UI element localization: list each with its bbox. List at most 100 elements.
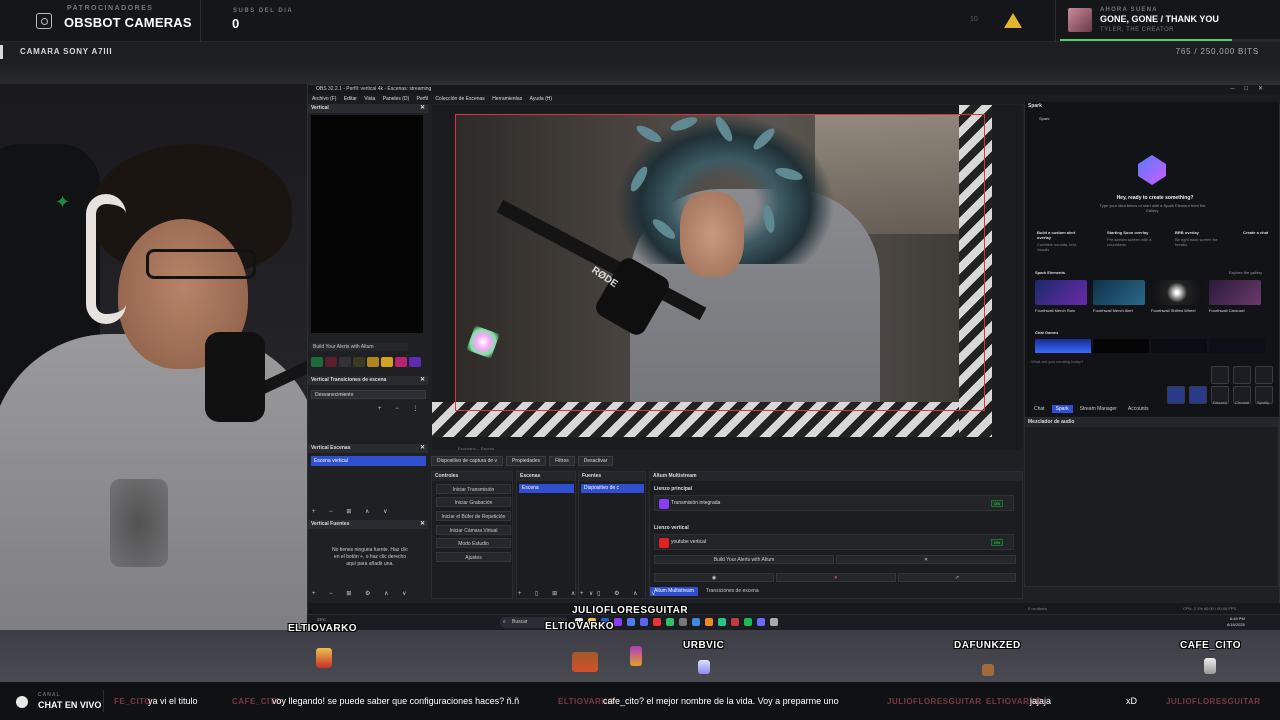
source-name-button[interactable]: Dispositivo de captura de v [431,456,504,466]
heart-button[interactable]: ♥ [776,573,896,582]
swatch[interactable] [353,357,365,367]
scene-item[interactable]: Escena [519,484,574,493]
app-icon[interactable] [757,618,765,626]
menu-paneles[interactable]: Paneles (D) [383,96,409,102]
selection-outline[interactable] [455,114,985,411]
explore-link[interactable]: Explore the gallery [1229,270,1262,275]
close-icon[interactable]: ✕ [420,444,425,453]
on-badge[interactable]: ON [991,539,1003,546]
element-tile[interactable] [1035,280,1087,305]
swatch[interactable] [381,357,393,367]
chat-game-tile[interactable] [1209,339,1265,353]
window-controls[interactable]: ─□✕ [1230,85,1273,94]
properties-button[interactable]: Propiedades [506,456,547,466]
app-icon[interactable] [705,618,713,626]
menu-vista[interactable]: Vista [364,96,375,102]
transition-toolbar[interactable]: + − ⋮ [378,405,424,412]
app-icon[interactable] [718,618,726,626]
start-stream-button[interactable]: Iniciar Transmisión [436,484,511,494]
menu-perfil[interactable]: Perfil [417,96,428,102]
chat-game-tile[interactable] [1035,339,1091,353]
scenes-toolbar[interactable]: + − ⊞ ∧ ∨ [312,508,394,515]
menu-escenas[interactable]: Colección de Escenas [435,96,484,102]
menu-herramientas[interactable]: Herramientas [492,96,522,102]
chat-game-tile[interactable] [1151,339,1207,353]
weather-widget[interactable]: 23°C [317,617,326,622]
element-tile[interactable] [1093,280,1145,305]
menu-ayuda[interactable]: Ayuda (H) [530,96,552,102]
swatch[interactable] [339,357,351,367]
chat-message: voy llegando! se puede saber que configu… [272,696,520,706]
start-recording-button[interactable]: Iniciar Grabación [436,497,511,507]
app-icon[interactable] [770,618,778,626]
element-tile[interactable] [1209,280,1261,305]
app-icon[interactable] [666,618,674,626]
suggestion-card[interactable]: Create a chat [1243,230,1279,237]
sources-panel: Fuentes Dispositivo de c [578,471,646,599]
deactivate-button[interactable]: Desactivar [577,456,614,466]
replay-buffer-button[interactable]: Iniciar el Búfer de Repetición [436,511,511,521]
swatch[interactable] [311,357,323,367]
element-caption: Fourthwall Merch Alert [1093,308,1133,313]
app-icon[interactable] [614,618,622,626]
menu-archivo[interactable]: Archivo (F) [312,96,336,102]
vertical-preview[interactable] [311,115,423,333]
row-label: youtube vertical [671,539,707,545]
element-tile[interactable] [1151,280,1203,305]
main-canvas-row[interactable]: Transmisión integrada ON [654,495,1014,511]
app-icon[interactable] [640,618,648,626]
app-icon[interactable] [731,618,739,626]
deck-key[interactable] [1211,366,1229,384]
deck-key[interactable] [1189,386,1207,404]
share-button[interactable]: ↗ [898,573,1016,582]
tab-transitions[interactable]: Transiciones de escena [702,587,763,596]
app-icon[interactable] [692,618,700,626]
tab-stream-manager[interactable]: Stream Manager [1076,405,1121,413]
close-icon[interactable]: ✕ [420,104,425,113]
close-icon[interactable]: ✕ [420,520,425,529]
swatch[interactable] [367,357,379,367]
app-icon[interactable] [679,618,687,626]
suggestion-card[interactable]: Build a custom alert overlay Combine soun… [1037,230,1089,252]
alerts-button[interactable]: Build Your Alerts with Altum [654,555,834,564]
swatch[interactable] [325,357,337,367]
suggestion-card[interactable]: Starting Soon overlay Pre-stream screen w… [1107,230,1159,247]
swatch[interactable] [395,357,407,367]
tab-accounts[interactable]: Accounts [1124,405,1153,413]
close-alerts-button[interactable]: ✕ [836,555,1016,564]
alerts-item[interactable]: Build Your Alerts with Altum [310,343,408,351]
app-icon[interactable] [627,618,635,626]
dock-title: Vertical [311,105,329,111]
close-icon[interactable]: ✕ [420,376,425,385]
subs-count: 0 [232,16,240,31]
search-label: Buscar [512,619,528,625]
app-icon[interactable] [744,618,752,626]
deck-key[interactable] [1255,366,1273,384]
main-preview[interactable]: RØDE [432,105,1022,450]
deck-key[interactable] [1167,386,1185,404]
element-caption: Fourthwall Merch Rain [1035,308,1076,313]
obs-title-bar: OBS 32.2.1 - Perfil: vertical 4k - Escen… [308,85,1280,94]
app-icon[interactable] [653,618,661,626]
deck-key[interactable] [1233,366,1251,384]
sources-toolbar[interactable]: + − ⊞ ⚙ ∧ ∨ [312,590,413,597]
tab-spark[interactable]: Spark [1051,405,1073,413]
vertical-canvas-row[interactable]: youtube vertical ON [654,534,1014,550]
virtual-camera-button[interactable]: Iniciar Cámara Virtual [436,525,511,535]
studio-mode-button[interactable]: Modo Estudio [436,538,511,548]
settings-button[interactable]: Ajustes [436,552,511,562]
on-badge[interactable]: ON [991,500,1003,507]
swatch[interactable] [409,357,421,367]
suggestion-card[interactable]: BRB overlay Be right back screen for brea… [1175,230,1227,247]
scene-item-selected[interactable]: Escena vertical [311,456,426,466]
record-toggle[interactable]: ◉ [654,573,774,582]
chat-game-tile[interactable] [1093,339,1149,353]
menu-editar[interactable]: Editar [344,96,357,102]
sources-panel-toolbar[interactable]: + ▯ ⚙ ∧ ∨ [580,590,662,597]
divider [103,690,104,712]
tab-chat[interactable]: Chat [1030,405,1049,413]
filters-button[interactable]: Filtros [549,456,575,466]
source-item[interactable]: Dispositivo de c [581,484,644,493]
system-tray[interactable]: 6:49 PM 6/16/2025 [1227,616,1245,628]
transition-select[interactable]: Desvanecimiento [311,390,426,399]
